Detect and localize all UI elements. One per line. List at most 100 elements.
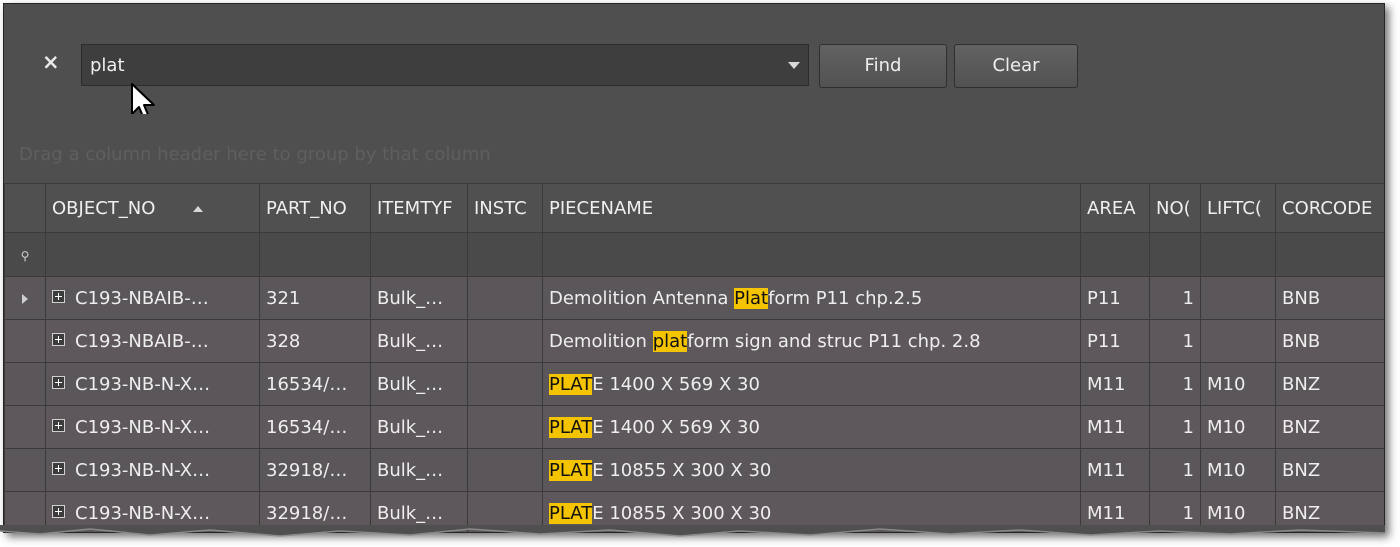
expand-plus-icon[interactable]: [52, 333, 65, 346]
cell-corcode[interactable]: BNZ: [1275, 448, 1384, 492]
column-header-corcode[interactable]: CORCODE: [1275, 183, 1384, 233]
object-no-value: C193-NB-N-X…: [75, 502, 211, 524]
cell-area[interactable]: M11: [1080, 362, 1150, 406]
cell-object-no[interactable]: C193-NBAIB-…: [45, 276, 260, 320]
row-indicator[interactable]: [4, 319, 46, 363]
piecename-suffix: E 10855 X 300 X 30: [592, 502, 772, 524]
cell-part-no[interactable]: 16534/…: [259, 362, 371, 406]
column-header-liftc[interactable]: LIFTC(: [1200, 183, 1276, 233]
cell-object-no[interactable]: C193-NB-N-X…: [45, 405, 260, 449]
filter-cell-area[interactable]: [1080, 232, 1150, 277]
table-row[interactable]: C193-NB-N-X… 16534/… Bulk_… PLATE 1400 X 56…: [4, 362, 1384, 406]
column-header-piecename[interactable]: PIECENAME: [542, 183, 1081, 233]
group-by-panel[interactable]: Drag a column header here to group by th…: [4, 114, 1384, 183]
piecename-suffix: form sign and struc P11 chp. 2.8: [687, 330, 981, 352]
expand-plus-icon[interactable]: [52, 462, 65, 475]
find-button[interactable]: Find: [819, 44, 947, 88]
search-combobox[interactable]: [81, 44, 809, 86]
cell-instc[interactable]: [467, 319, 543, 363]
clear-button[interactable]: Clear: [954, 44, 1078, 88]
table-row[interactable]: C193-NB-N-X… 16534/… Bulk_… PLATE 1400 X 56…: [4, 405, 1384, 449]
cell-itemtype[interactable]: Bulk_…: [370, 405, 468, 449]
filter-cell-instc[interactable]: [467, 232, 543, 277]
cell-instc[interactable]: [467, 276, 543, 320]
cell-no[interactable]: 1: [1149, 276, 1201, 320]
cell-instc[interactable]: [467, 448, 543, 492]
cell-instc[interactable]: [467, 362, 543, 406]
cell-piecename[interactable]: Demolition Antenna Platform P11 chp.2.5: [542, 276, 1081, 320]
cell-part-no[interactable]: 321: [259, 276, 371, 320]
search-match-highlight: PLAT: [549, 373, 593, 395]
cell-itemtype[interactable]: Bulk_…: [370, 276, 468, 320]
expand-plus-icon[interactable]: [52, 505, 65, 518]
cell-itemtype[interactable]: Bulk_…: [370, 362, 468, 406]
cell-corcode[interactable]: BNZ: [1275, 362, 1384, 406]
filter-cell-piecename[interactable]: [542, 232, 1081, 277]
find-panel: × Find Clear: [4, 4, 1384, 120]
cell-no[interactable]: 1: [1149, 405, 1201, 449]
close-icon[interactable]: ×: [42, 52, 60, 73]
cell-liftc[interactable]: [1200, 319, 1276, 363]
cell-no[interactable]: 1: [1149, 319, 1201, 363]
cell-liftc[interactable]: M10: [1200, 405, 1276, 449]
filter-cell-itemtype[interactable]: [370, 232, 468, 277]
row-indicator[interactable]: [4, 405, 46, 449]
cell-liftc[interactable]: M10: [1200, 448, 1276, 492]
filter-cell-liftc[interactable]: [1200, 232, 1276, 277]
table-row[interactable]: C193-NBAIB-… 328 Bulk_… Demolition platform…: [4, 319, 1384, 363]
cell-liftc[interactable]: M10: [1200, 362, 1276, 406]
cell-part-no[interactable]: 328: [259, 319, 371, 363]
chevron-down-icon[interactable]: [788, 62, 800, 69]
cell-itemtype[interactable]: Bulk_…: [370, 319, 468, 363]
row-indicator[interactable]: [4, 362, 46, 406]
header-indicator: [4, 183, 46, 233]
expand-plus-icon[interactable]: [52, 290, 65, 303]
cell-corcode[interactable]: BNB: [1275, 319, 1384, 363]
cell-object-no[interactable]: C193-NBAIB-…: [45, 319, 260, 363]
filter-cell-part-no[interactable]: [259, 232, 371, 277]
filter-cell-no[interactable]: [1149, 232, 1201, 277]
cell-part-no[interactable]: 32918/…: [259, 448, 371, 492]
cell-piecename[interactable]: PLATE 1400 X 569 X 30: [542, 405, 1081, 449]
expand-plus-icon[interactable]: [52, 376, 65, 389]
cell-no[interactable]: 1: [1149, 362, 1201, 406]
cell-itemtype[interactable]: Bulk_…: [370, 448, 468, 492]
table-row[interactable]: C193-NB-N-X… 32918/… Bulk_… PLATE 10855 X 3…: [4, 448, 1384, 492]
data-grid: OBJECT_NO PART_NO ITEMTYF INSTC PIECENAM…: [4, 183, 1384, 532]
cell-object-no[interactable]: C193-NB-N-X…: [45, 448, 260, 492]
expand-plus-icon[interactable]: [52, 419, 65, 432]
row-indicator[interactable]: [4, 276, 46, 320]
row-pointer-icon: [22, 293, 28, 304]
search-match-highlight: PLAT: [549, 459, 593, 481]
column-header-object-no[interactable]: OBJECT_NO: [45, 183, 260, 233]
column-header-label: OBJECT_NO: [52, 197, 156, 219]
cell-area[interactable]: M11: [1080, 448, 1150, 492]
cell-corcode[interactable]: BNB: [1275, 276, 1384, 320]
column-header-instc[interactable]: INSTC: [467, 183, 543, 233]
table-row[interactable]: C193-NBAIB-… 321 Bulk_… Demolition Antenna …: [4, 276, 1384, 320]
column-header-itemtype[interactable]: ITEMTYF: [370, 183, 468, 233]
filter-cell-corcode[interactable]: [1275, 232, 1384, 277]
row-indicator[interactable]: [4, 448, 46, 492]
cell-piecename[interactable]: Demolition platform sign and struc P11 c…: [542, 319, 1081, 363]
cell-corcode[interactable]: BNZ: [1275, 405, 1384, 449]
cell-area[interactable]: P11: [1080, 319, 1150, 363]
cell-area[interactable]: P11: [1080, 276, 1150, 320]
piecename-suffix: E 1400 X 569 X 30: [592, 373, 760, 395]
column-header-part-no[interactable]: PART_NO: [259, 183, 371, 233]
search-input[interactable]: [82, 45, 772, 85]
cell-part-no[interactable]: 16534/…: [259, 405, 371, 449]
cell-area[interactable]: M11: [1080, 405, 1150, 449]
pin-icon: ⚲: [20, 249, 30, 263]
cell-object-no[interactable]: C193-NB-N-X…: [45, 362, 260, 406]
cell-piecename[interactable]: PLATE 1400 X 569 X 30: [542, 362, 1081, 406]
object-no-value: C193-NB-N-X…: [75, 416, 211, 438]
filter-cell-object-no[interactable]: [45, 232, 260, 277]
cell-piecename[interactable]: PLATE 10855 X 300 X 30: [542, 448, 1081, 492]
cell-liftc[interactable]: [1200, 276, 1276, 320]
cell-no[interactable]: 1: [1149, 448, 1201, 492]
piecename-suffix: E 1400 X 569 X 30: [592, 416, 760, 438]
column-header-area[interactable]: AREA: [1080, 183, 1150, 233]
cell-instc[interactable]: [467, 405, 543, 449]
column-header-no[interactable]: NO(: [1149, 183, 1201, 233]
